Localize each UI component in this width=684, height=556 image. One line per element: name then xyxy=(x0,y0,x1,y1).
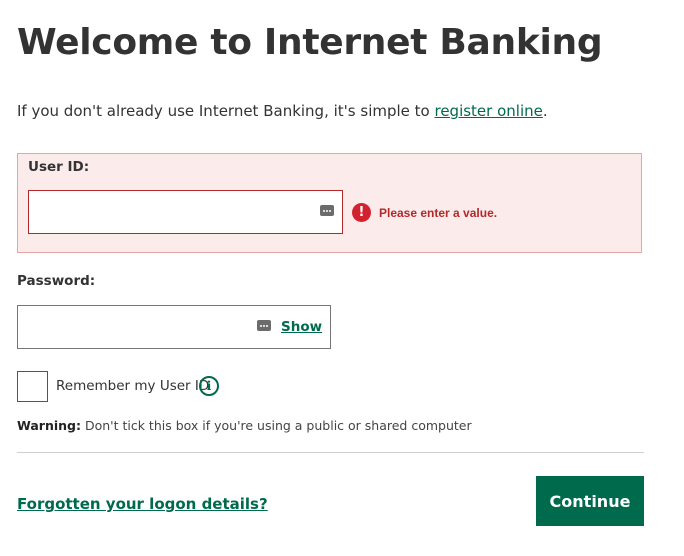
warning-text: Warning: Don't tick this box if you're u… xyxy=(17,418,472,433)
intro-text: If you don't already use Internet Bankin… xyxy=(17,102,548,120)
user-id-label: User ID: xyxy=(28,159,90,175)
user-id-error-message: Please enter a value. xyxy=(379,206,498,220)
remember-user-id-checkbox[interactable] xyxy=(17,371,48,402)
error-icon: ! xyxy=(352,203,371,222)
page-title: Welcome to Internet Banking xyxy=(17,22,603,63)
user-id-error-panel: User ID: ! Please enter a value. xyxy=(17,153,642,253)
intro-prefix: If you don't already use Internet Bankin… xyxy=(17,102,435,120)
password-label: Password: xyxy=(17,273,96,289)
info-icon[interactable]: i xyxy=(199,376,219,396)
register-online-link[interactable]: register online xyxy=(434,102,542,120)
forgotten-logon-details-link[interactable]: Forgotten your logon details? xyxy=(17,495,268,513)
password-manager-icon[interactable] xyxy=(320,205,334,216)
continue-button[interactable]: Continue xyxy=(536,476,644,526)
warning-heading: Warning: xyxy=(17,418,81,433)
warning-message: Don't tick this box if you're using a pu… xyxy=(80,418,472,433)
intro-suffix: . xyxy=(542,102,548,120)
login-page: Welcome to Internet Banking If you don't… xyxy=(0,0,684,556)
show-password-link[interactable]: Show xyxy=(281,319,322,335)
divider xyxy=(17,452,644,453)
remember-user-id-label[interactable]: Remember my User ID xyxy=(56,378,209,394)
password-manager-icon[interactable] xyxy=(257,320,271,331)
user-id-input[interactable] xyxy=(28,190,343,234)
